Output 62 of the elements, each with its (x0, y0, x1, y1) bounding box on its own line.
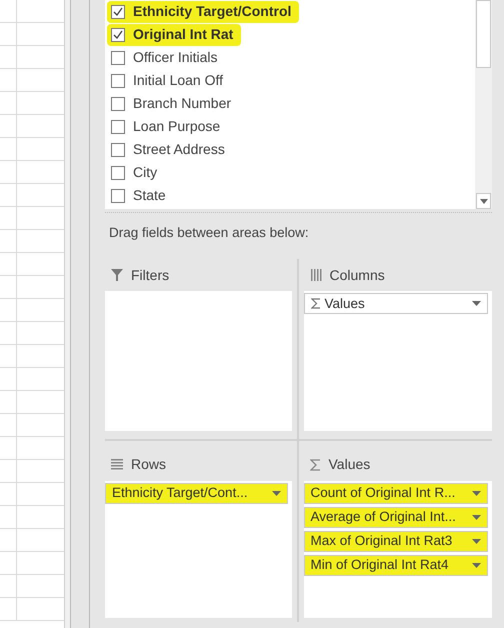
area-title: Filters (131, 266, 170, 285)
field-item[interactable]: Officer Initials (107, 46, 226, 68)
field-item[interactable]: Original Int Rat (107, 24, 242, 46)
checkbox[interactable] (111, 4, 125, 18)
area-title: Rows (131, 455, 166, 474)
field-label: Count of Original Int R... (310, 484, 456, 502)
caret-icon (272, 490, 280, 496)
field-label: Min of Original Int Rat4 (310, 556, 449, 574)
scrollbar[interactable] (475, 0, 492, 209)
field-label: Values (324, 294, 365, 313)
sigma-icon (310, 298, 320, 310)
field-item[interactable]: Loan Purpose (107, 116, 228, 138)
field-chip[interactable]: Min of Original Int Rat4 (304, 554, 488, 576)
field-label: Initial Loan Off (133, 71, 224, 90)
field-label: Ethnicity Target/Cont... (112, 484, 248, 502)
field-label: City (133, 163, 158, 182)
field-chip[interactable]: Average of Original Int... (304, 506, 488, 528)
field-item[interactable]: City (107, 162, 166, 184)
field-label: Loan Purpose (133, 117, 220, 136)
field-label: Average of Original Int... (310, 508, 456, 526)
field-label: Branch Number (133, 94, 232, 113)
caret-icon (472, 490, 481, 496)
checkbox[interactable] (111, 74, 125, 88)
field-label: Max of Original Int Rat3 (310, 532, 452, 550)
field-item[interactable]: State (107, 184, 174, 206)
field-label: Original Int Rat (133, 25, 234, 44)
field-label: Officer Initials (133, 48, 218, 67)
field-label: State (133, 186, 166, 205)
area-title: Values (328, 455, 370, 474)
filter-icon (111, 269, 123, 282)
caret-icon (472, 538, 481, 544)
checkmark-icon (113, 30, 123, 39)
drop-area[interactable]: Count of Original Int R... Average of Original Int... Max of Original Int Rat3 Min of Original Int Rat4 (304, 480, 492, 618)
drop-area[interactable]: Values (304, 291, 492, 431)
checkbox[interactable] (111, 166, 125, 180)
scroll-down-icon[interactable] (480, 198, 488, 204)
field-chip[interactable]: Ethnicity Target/Cont... (105, 482, 288, 504)
sigma-icon (310, 458, 320, 471)
caret-icon (472, 514, 481, 520)
field-item[interactable]: Branch Number (107, 92, 240, 114)
area-title: Columns (330, 266, 385, 285)
field-item[interactable]: Ethnicity Target/Control (107, 0, 300, 22)
caret-icon (472, 301, 481, 306)
checkbox[interactable] (111, 142, 125, 156)
field-chip[interactable]: Max of Original Int Rat3 (304, 530, 488, 552)
checkbox[interactable] (111, 188, 125, 202)
field-chip[interactable]: Values (304, 293, 488, 314)
checkbox[interactable] (111, 50, 125, 64)
checkbox[interactable] (111, 96, 125, 110)
caret-icon (472, 562, 481, 568)
checkbox[interactable] (111, 120, 125, 134)
checkmark-icon (113, 7, 123, 16)
checkbox[interactable] (111, 28, 125, 42)
rows-icon (111, 459, 123, 470)
field-item[interactable]: Street Address (107, 138, 233, 160)
field-label: Ethnicity Target/Control (133, 2, 292, 21)
drop-area[interactable]: Ethnicity Target/Cont... (105, 480, 292, 618)
columns-icon (310, 269, 322, 282)
field-chip[interactable]: Count of Original Int R... (304, 482, 488, 504)
areas-heading: Drag fields between areas below: (108, 224, 310, 242)
field-label: Street Address (133, 140, 225, 159)
field-item[interactable]: Initial Loan Off (107, 70, 232, 92)
